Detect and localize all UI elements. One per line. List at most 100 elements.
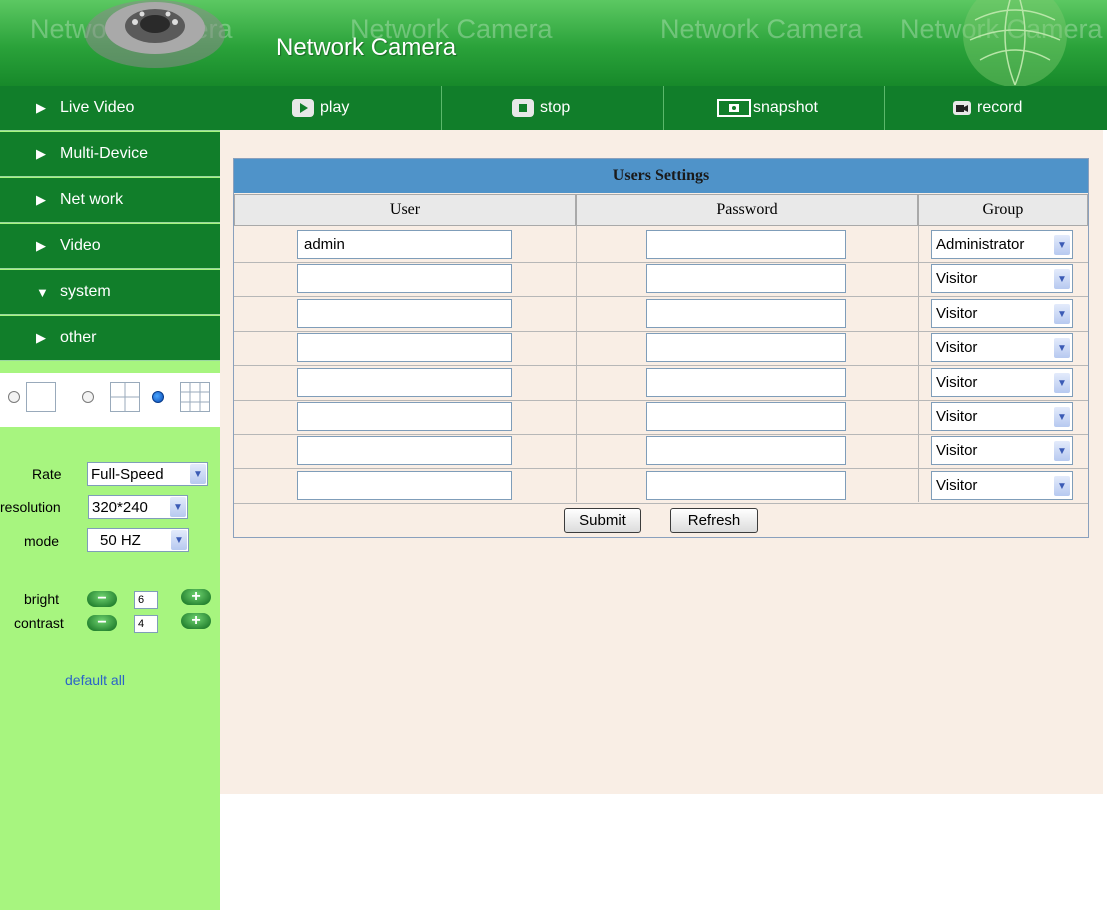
password-input[interactable] <box>646 368 846 397</box>
bright-increase-button[interactable]: + <box>181 589 211 605</box>
chevron-down-icon: ▼ <box>190 464 206 484</box>
snapshot-icon <box>717 99 751 117</box>
bright-value: 6 <box>134 591 158 609</box>
user-input[interactable] <box>297 299 512 328</box>
play-icon <box>292 99 314 117</box>
refresh-button[interactable]: Refresh <box>670 508 758 533</box>
user-input[interactable] <box>297 264 512 293</box>
globe-decoration-icon <box>963 0 1067 86</box>
sidebar-item-other[interactable]: ▶ other <box>0 316 220 361</box>
play-button[interactable]: play <box>292 86 349 130</box>
rate-label: Rate <box>32 466 62 482</box>
group-select[interactable]: Visitor ▼ <box>931 264 1073 293</box>
rate-select[interactable]: Full-Speed ▼ <box>87 462 208 486</box>
chevron-down-icon: ▼ <box>1054 269 1070 289</box>
group-value: Visitor <box>936 477 978 494</box>
view-mode-4-radio[interactable] <box>82 391 94 403</box>
arrow-right-icon: ▶ <box>36 238 46 253</box>
group-value: Visitor <box>936 339 978 356</box>
row-divider <box>234 365 1088 366</box>
group-select[interactable]: Administrator ▼ <box>931 230 1073 259</box>
sidebar-item-system[interactable]: ▼ system <box>0 270 220 315</box>
stop-icon <box>512 99 534 117</box>
view-mode-1-radio[interactable] <box>8 391 20 403</box>
snapshot-label: snapshot <box>753 99 818 116</box>
user-input[interactable] <box>297 402 512 431</box>
user-input[interactable] <box>297 471 512 500</box>
group-select[interactable]: Visitor ▼ <box>931 436 1073 465</box>
arrow-right-icon: ▶ <box>36 100 46 115</box>
group-value: Administrator <box>936 236 1025 253</box>
app-title: Network Camera <box>276 34 457 61</box>
row-divider <box>234 503 1088 504</box>
chevron-down-icon: ▼ <box>1054 338 1070 358</box>
users-settings-title: Users Settings <box>234 159 1088 193</box>
contrast-decrease-button[interactable]: − <box>87 615 117 631</box>
minus-icon: − <box>97 614 107 631</box>
group-select[interactable]: Visitor ▼ <box>931 402 1073 431</box>
password-input[interactable] <box>646 402 846 431</box>
resolution-select[interactable]: 320*240 ▼ <box>88 495 188 519</box>
row-divider <box>234 400 1088 401</box>
resolution-label: resolution <box>0 499 61 515</box>
group-select[interactable]: Visitor ▼ <box>931 471 1073 500</box>
bright-decrease-button[interactable]: − <box>87 591 117 607</box>
single-view-icon <box>26 382 56 412</box>
group-select[interactable]: Visitor ▼ <box>931 368 1073 397</box>
column-header-password: Password <box>576 194 918 226</box>
password-input[interactable] <box>646 471 846 500</box>
view-mode-9-radio[interactable] <box>152 391 164 403</box>
chevron-down-icon: ▼ <box>171 530 187 550</box>
sidebar-item-label: Live Video <box>60 99 135 116</box>
sidebar: ▶ Live Video ▶ Multi-Device ▶ Net work ▶ Vid… <box>0 86 220 910</box>
sidebar-item-network[interactable]: ▶ Net work <box>0 178 220 223</box>
mode-value: 50 HZ <box>100 531 141 549</box>
record-button[interactable]: record <box>953 86 1022 130</box>
record-icon <box>953 101 971 115</box>
user-input[interactable] <box>297 333 512 362</box>
snapshot-button[interactable]: snapshot <box>717 86 818 130</box>
camera-logo-icon <box>85 0 225 68</box>
toolbar-divider <box>663 86 664 130</box>
bright-label: bright <box>24 591 60 607</box>
chevron-down-icon: ▼ <box>170 497 186 517</box>
sidebar-item-multi-device[interactable]: ▶ Multi-Device <box>0 132 220 177</box>
header-banner: Network Camera Network Camera Network Ca… <box>0 0 1107 86</box>
group-value: Visitor <box>936 305 978 322</box>
toolbar: play stop snapshot record <box>220 86 1107 130</box>
column-divider <box>576 226 577 502</box>
row-divider <box>234 262 1088 263</box>
sidebar-item-video[interactable]: ▶ Video <box>0 224 220 269</box>
toolbar-divider <box>884 86 885 130</box>
contrast-increase-button[interactable]: + <box>181 613 211 629</box>
group-select[interactable]: Visitor ▼ <box>931 299 1073 328</box>
password-input[interactable] <box>646 333 846 362</box>
user-input[interactable]: admin <box>297 230 512 259</box>
minus-icon: − <box>97 590 107 607</box>
user-input[interactable] <box>297 436 512 465</box>
group-select[interactable]: Visitor ▼ <box>931 333 1073 362</box>
group-value: Visitor <box>936 374 978 391</box>
sidebar-item-live-video[interactable]: ▶ Live Video <box>0 86 220 131</box>
mode-select[interactable]: 50 HZ ▼ <box>87 528 189 552</box>
password-input[interactable] <box>646 264 846 293</box>
user-input[interactable] <box>297 368 512 397</box>
main-panel: Users Settings User Password Group Submi… <box>220 130 1103 794</box>
row-divider <box>234 434 1088 435</box>
play-label: play <box>320 99 350 116</box>
nine-view-icon <box>180 382 210 412</box>
password-input[interactable] <box>646 436 846 465</box>
column-header-group: Group <box>918 194 1088 226</box>
chevron-down-icon: ▼ <box>1054 235 1070 255</box>
mode-label: mode <box>24 533 60 549</box>
chevron-down-icon: ▼ <box>1054 407 1070 427</box>
stop-button[interactable]: stop <box>512 86 570 130</box>
default-all-link[interactable]: default all <box>65 672 125 688</box>
rate-value: Full-Speed <box>91 465 164 483</box>
contrast-value: 4 <box>134 615 158 633</box>
password-input[interactable] <box>646 299 846 328</box>
submit-button[interactable]: Submit <box>564 508 641 533</box>
group-value: Visitor <box>936 408 978 425</box>
password-input[interactable] <box>646 230 846 259</box>
view-mode-selector <box>0 373 220 427</box>
